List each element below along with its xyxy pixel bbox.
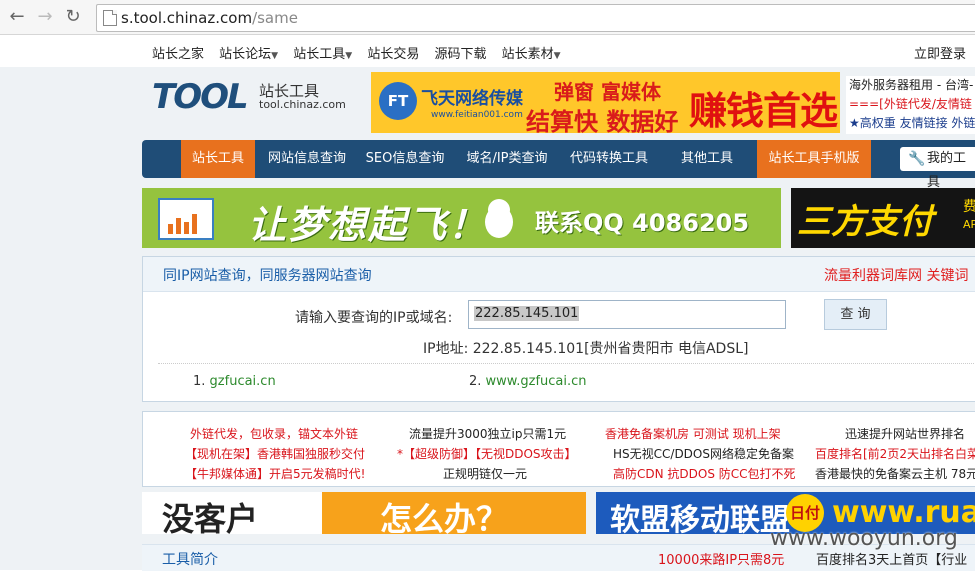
banner4-url: www.rua bbox=[832, 495, 975, 530]
banner3-left: 没客户 bbox=[162, 500, 259, 534]
url-text[interactable]: s.tool.chinaz.com/same bbox=[121, 9, 298, 27]
text-ad-link[interactable]: 迅速提升网站世界排名 bbox=[845, 425, 965, 442]
qq-penguin-icon bbox=[485, 199, 513, 238]
result-link[interactable]: www.gzfucai.cn bbox=[486, 374, 587, 389]
footer-ad-link[interactable]: 百度排名3天上首页【行业 bbox=[816, 549, 967, 568]
tab-domain-ip[interactable]: 域名/IP类查询 bbox=[460, 140, 554, 178]
tab-other-tools[interactable]: 其他工具 bbox=[662, 140, 752, 178]
forward-arrow-icon[interactable]: → bbox=[34, 6, 56, 28]
my-tools-button[interactable]: 🔧 我的工具 bbox=[900, 147, 975, 190]
text-ad-link[interactable]: 【牛邦媒体通】开启5元发稿时代! bbox=[185, 465, 365, 482]
result-num: 2. bbox=[469, 374, 482, 389]
result-num: 1. bbox=[193, 374, 206, 389]
page-icon bbox=[103, 10, 117, 26]
top-nav-item[interactable]: 站长工具▼ bbox=[293, 47, 352, 62]
reload-icon[interactable]: ↻ bbox=[62, 6, 84, 28]
result-item: 2. www.gzfucai.cn bbox=[469, 374, 587, 389]
main-nav: 站长工具 网站信息查询 SEO信息查询 域名/IP类查询 代码转换工具 其他工具… bbox=[142, 140, 975, 178]
no-customers-banner[interactable]: 没客户 怎么办？ bbox=[142, 492, 586, 534]
ad-site: www.feitian001.com bbox=[431, 110, 523, 120]
query-panel: 同IP网站查询，同服务器网站查询 流量利器词库网 关键词 请输入要查询的IP或域… bbox=[142, 256, 975, 402]
ad-line2: 结算快 数据好 bbox=[526, 108, 679, 133]
tab-code-convert[interactable]: 代码转换工具 bbox=[564, 140, 654, 178]
text-ad-link[interactable]: 流量提升3000独立ip只需1元 bbox=[409, 425, 566, 442]
ad-slogan: 赚钱首选 bbox=[689, 89, 838, 133]
ad-company: 飞天网络传媒 bbox=[421, 89, 523, 109]
query-title: 同IP网站查询，同服务器网站查询 bbox=[163, 268, 372, 284]
site-top-bar: 站长之家 站长论坛▼ 站长工具▼ 站长交易 源码下载 站长素材▼ 立即登录 bbox=[0, 35, 975, 67]
top-ad-banner[interactable]: FT 飞天网络传媒 www.feitian001.com 弹窗 富媒体 结算快 … bbox=[371, 72, 840, 133]
logo-mark: TOOL bbox=[152, 77, 249, 117]
banner4-title: 软盟移动联盟 bbox=[610, 503, 790, 534]
query-button[interactable]: 查 询 bbox=[824, 299, 887, 330]
ft-logo-icon: FT bbox=[379, 82, 417, 120]
back-arrow-icon[interactable]: ← bbox=[6, 6, 28, 28]
payment-side: 费 bbox=[963, 199, 975, 215]
tab-seo-info[interactable]: SEO信息查询 bbox=[360, 140, 450, 178]
top-nav-item[interactable]: 站长交易 bbox=[367, 47, 419, 62]
text-ad-link[interactable]: 香港最快的免备案云主机 78元 bbox=[815, 465, 975, 482]
top-nav-item[interactable]: 站长论坛▼ bbox=[219, 47, 278, 62]
text-ad-link[interactable]: 高防CDN 抗DDOS 防CC包打不死 bbox=[613, 465, 796, 482]
text-ad-link[interactable]: 正规明链仅一元 bbox=[443, 465, 527, 482]
browser-toolbar: ← → ↻ s.tool.chinaz.com/same bbox=[0, 0, 975, 35]
ad-line1: 弹窗 富媒体 bbox=[554, 80, 661, 104]
ip-domain-input[interactable]: 222.85.145.101 bbox=[468, 300, 786, 329]
query-header: 同IP网站查询，同服务器网站查询 流量利器词库网 关键词 bbox=[143, 257, 975, 292]
tool-intro-title: 工具简介 bbox=[162, 552, 218, 568]
result-item: 1. gzfucai.cn bbox=[193, 374, 276, 389]
text-ad-link[interactable]: 香港免备案机房 可测试 现机上架 bbox=[605, 425, 781, 442]
chart-magnifier-icon bbox=[158, 198, 214, 240]
payment-banner[interactable]: 三方支付 费 API bbox=[791, 188, 975, 248]
dropdown-arrow-icon: ▼ bbox=[553, 51, 561, 61]
top-nav-item[interactable]: 源码下载 bbox=[434, 47, 486, 62]
text-ad-link[interactable]: *【超级防御】【无视DDOS攻击】 bbox=[397, 445, 577, 462]
text-ad-link[interactable]: 【现机在架】香港韩国独服秒交付 bbox=[185, 445, 365, 462]
watermark: www.wooyun.org bbox=[770, 526, 958, 551]
dream-banner[interactable]: 让梦想起飞！ 联系QQ 4086205 bbox=[142, 188, 781, 248]
text-ad-link[interactable]: ===[外链代发/友情链 bbox=[846, 95, 975, 114]
banner3-right: 怎么办？ bbox=[380, 500, 509, 534]
tab-tools[interactable]: 站长工具 bbox=[181, 140, 255, 178]
tab-mobile[interactable]: 站长工具手机版 bbox=[757, 140, 871, 178]
right-text-ads: 海外服务器租用 - 台湾- ===[外链代发/友情链 ★高权重 友情链接 外链 bbox=[846, 76, 975, 134]
login-link[interactable]: 立即登录 bbox=[914, 43, 966, 62]
site-logo[interactable]: TOOL 站长工具 tool.chinaz.com bbox=[152, 77, 346, 117]
dropdown-arrow-icon: ▼ bbox=[271, 51, 279, 61]
input-value: 222.85.145.101 bbox=[474, 306, 580, 321]
query-label: 请输入要查询的IP或域名: bbox=[295, 310, 453, 326]
banner-qq: 联系QQ 4086205 bbox=[535, 209, 750, 237]
top-nav-item[interactable]: 站长之家 bbox=[152, 47, 204, 62]
text-ad-link[interactable]: 百度排名[前2页2天出排名白菜 bbox=[815, 445, 975, 462]
text-ad-link[interactable]: 海外服务器租用 - 台湾- bbox=[846, 76, 975, 95]
wrench-icon: 🔧 bbox=[908, 151, 926, 167]
payment-side2: API bbox=[963, 218, 975, 231]
address-bar[interactable]: s.tool.chinaz.com/same bbox=[96, 4, 975, 32]
logo-domain: tool.chinaz.com bbox=[259, 98, 346, 111]
divider bbox=[158, 363, 975, 364]
text-ad-link[interactable]: ★高权重 友情链接 外链 bbox=[846, 114, 975, 133]
payment-title: 三方支付 bbox=[797, 202, 933, 242]
banner-slogan: 让梦想起飞！ bbox=[248, 203, 489, 247]
top-nav: 站长之家 站长论坛▼ 站长工具▼ 站长交易 源码下载 站长素材▼ bbox=[152, 43, 572, 62]
footer-ad-link[interactable]: 10000来路IP只需8元 bbox=[658, 549, 784, 568]
header-ad-links[interactable]: 流量利器词库网 关键词 bbox=[824, 265, 968, 285]
text-ad-link[interactable]: 外链代发，包收录，锚文本外链 bbox=[190, 425, 358, 442]
result-link[interactable]: gzfucai.cn bbox=[210, 374, 276, 389]
top-nav-item[interactable]: 站长素材▼ bbox=[502, 47, 561, 62]
dropdown-arrow-icon: ▼ bbox=[345, 51, 353, 61]
tab-site-info[interactable]: 网站信息查询 bbox=[259, 140, 355, 178]
text-ad-link[interactable]: HS无视CC/DDOS网络稳定免备案 bbox=[613, 445, 794, 462]
ip-info: IP地址: 222.85.145.101[贵州省贵阳市 电信ADSL] bbox=[423, 341, 749, 357]
text-ad-grid: 外链代发，包收录，锚文本外链 流量提升3000独立ip只需1元 香港免备案机房 … bbox=[142, 411, 975, 487]
